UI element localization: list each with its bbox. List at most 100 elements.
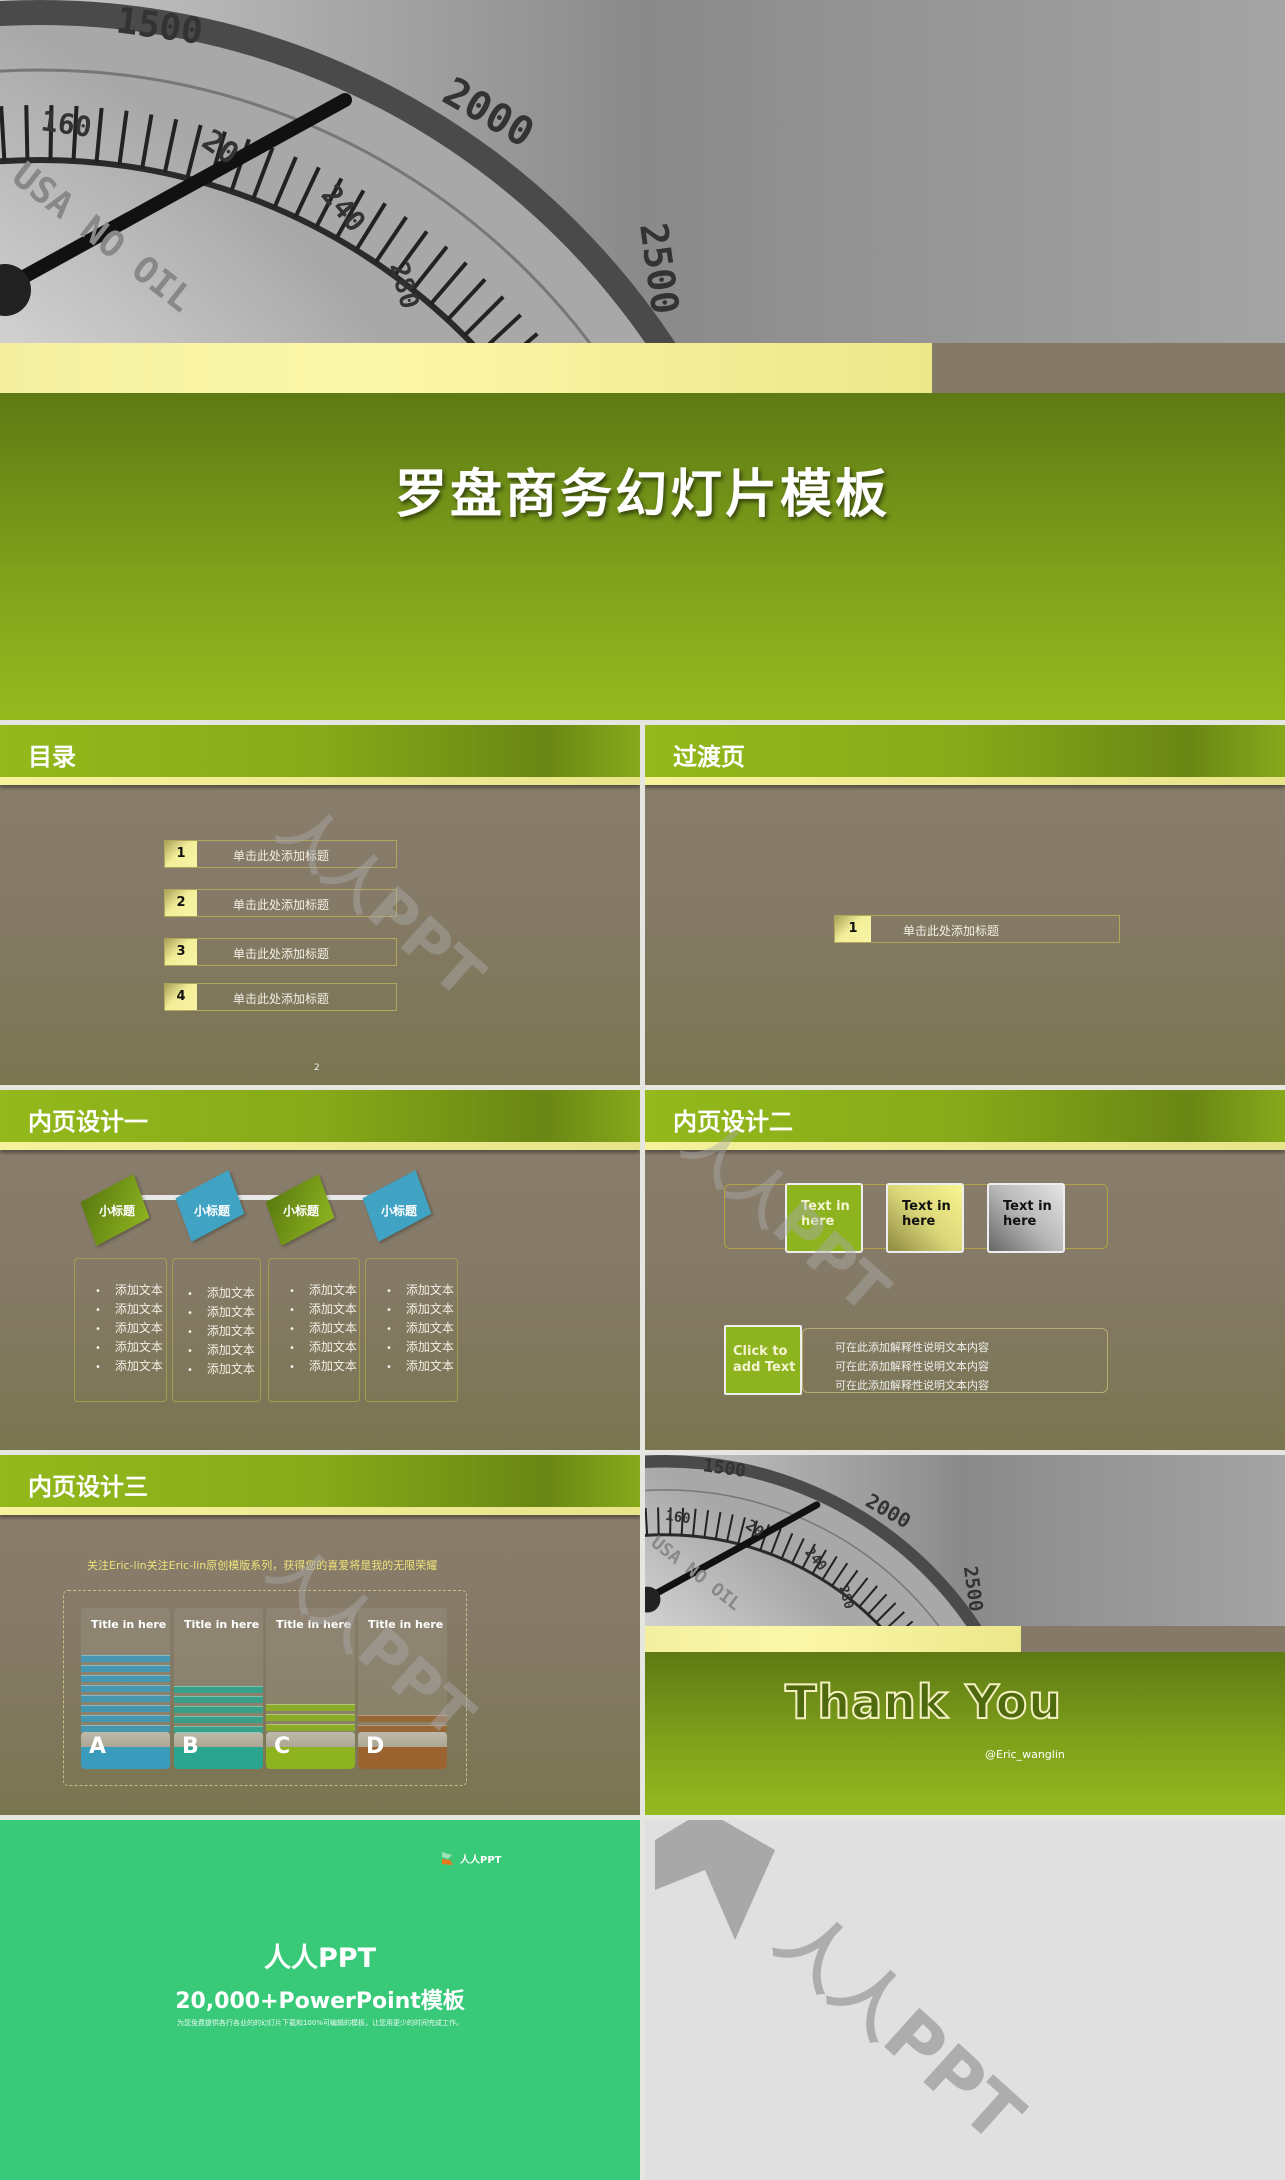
toc-label: 单击此处添加标题 bbox=[233, 992, 330, 1006]
text-box[interactable]: 添加文本添加文本添加文本添加文本添加文本 bbox=[172, 1258, 261, 1402]
column-stripe bbox=[266, 1704, 355, 1711]
bullet: 添加文本 bbox=[187, 1322, 260, 1341]
column-card[interactable]: Title in here C bbox=[266, 1608, 355, 1769]
cover-title-area bbox=[0, 393, 1285, 720]
description-line: 可在此添加解释性说明文本内容 bbox=[835, 1360, 989, 1373]
column-title: Title in here bbox=[184, 1618, 260, 1631]
text-box[interactable]: 添加文本添加文本添加文本添加文本添加文本 bbox=[74, 1258, 167, 1402]
toc-item[interactable]: 1 单击此处添加标题 bbox=[834, 915, 1120, 943]
slide-thank-you[interactable]: 1500 2000 2500 160 20 240 280 USA NO OIL… bbox=[645, 1455, 1285, 1815]
bullet: 添加文本 bbox=[187, 1284, 260, 1303]
slide-title: 内页设计一 bbox=[28, 1108, 148, 1136]
slide-design-one[interactable]: 内页设计一 小标题 小标题 小标题 小标题 添加文本添加文本添加文本添加文本添加… bbox=[0, 1090, 640, 1450]
ad-subtitle: 20,000+PowerPoint模板 bbox=[175, 1989, 465, 2014]
bullet: 添加文本 bbox=[386, 1300, 457, 1319]
header-stripe bbox=[645, 777, 1285, 785]
column-stripe bbox=[81, 1705, 170, 1712]
bullet: 添加文本 bbox=[95, 1281, 166, 1300]
column-stripe bbox=[81, 1725, 170, 1732]
logo-text: 人人PPT bbox=[460, 1854, 502, 1866]
column-stripe bbox=[81, 1685, 170, 1692]
gauge-tick bbox=[657, 1507, 660, 1535]
tag-label: 小标题 bbox=[380, 1204, 417, 1218]
slide-title: 目录 bbox=[28, 743, 76, 771]
click-to-add-text-button[interactable]: Click to add Text bbox=[724, 1325, 802, 1395]
watermark: 人人PPT bbox=[760, 1896, 1040, 2159]
gauge-label-160: 160 bbox=[39, 104, 94, 144]
header-stripe bbox=[0, 1142, 640, 1150]
column-card[interactable]: Title in here D bbox=[358, 1608, 447, 1769]
slide-ad[interactable]: 人人PPT 人人PPT 20,000+PowerPoint模板 为您免费提供各行… bbox=[0, 1820, 640, 2180]
gauge-tick bbox=[24, 105, 30, 161]
slide-title: 内页设计二 bbox=[673, 1108, 793, 1136]
description-line: 可在此添加解释性说明文本内容 bbox=[835, 1379, 989, 1392]
slide-title: 内页设计三 bbox=[28, 1473, 148, 1501]
tag-label: 小标题 bbox=[98, 1204, 135, 1218]
gauge-image: 1500 2000 2500 160 20 240 280 USA NO OIL bbox=[645, 1455, 1285, 1815]
ad-title: 人人PPT bbox=[264, 1943, 376, 1974]
slide-title: 过渡页 bbox=[673, 743, 745, 771]
toc-number: 1 bbox=[835, 916, 871, 942]
gauge-photo: 1500 2000 2500 160 20 240 280 USA NO OIL bbox=[0, 0, 1285, 1520]
toc-item[interactable]: 1 单击此处添加标题 bbox=[164, 840, 397, 868]
logo-icon bbox=[442, 1852, 453, 1865]
yellow-bar bbox=[645, 1626, 1021, 1652]
toc-number: 2 bbox=[165, 890, 197, 916]
bullet: 添加文本 bbox=[386, 1319, 457, 1338]
column-stripe bbox=[81, 1655, 170, 1662]
bullet: 添加文本 bbox=[386, 1338, 457, 1357]
header-stripe bbox=[0, 1507, 640, 1515]
slide-transition[interactable]: 过渡页 1 单击此处添加标题 bbox=[645, 725, 1285, 1085]
bullet: 添加文本 bbox=[187, 1303, 260, 1322]
column-card[interactable]: Title in here B bbox=[174, 1608, 263, 1769]
bullet: 添加文本 bbox=[289, 1300, 359, 1319]
text-box-yellow[interactable]: Text in here bbox=[886, 1183, 964, 1253]
bullet: 添加文本 bbox=[386, 1357, 457, 1376]
header-stripe bbox=[0, 777, 640, 785]
column-title: Title in here bbox=[91, 1618, 167, 1631]
column-stripe bbox=[266, 1714, 355, 1721]
slide-design-three[interactable]: 内页设计三 关注Eric-lin关注Eric-lin原创模版系列，获得您的喜爱将… bbox=[0, 1455, 640, 1815]
column-stripe bbox=[81, 1695, 170, 1702]
tag-label: 小标题 bbox=[193, 1204, 230, 1218]
column-stripe bbox=[358, 1715, 447, 1722]
column-stripe bbox=[81, 1715, 170, 1722]
text-box[interactable]: 添加文本添加文本添加文本添加文本添加文本 bbox=[365, 1258, 458, 1402]
toc-number: 1 bbox=[165, 841, 197, 867]
column-stripe bbox=[174, 1686, 263, 1693]
slide-toc[interactable]: 目录 1 单击此处添加标题 2 单击此处添加标题 3 单击此处添加标题 4 单击此处添加… bbox=[0, 725, 640, 1085]
text-box[interactable]: 添加文本添加文本添加文本添加文本添加文本 bbox=[268, 1258, 360, 1402]
column-card[interactable]: Title in here A bbox=[81, 1608, 170, 1769]
cover-band bbox=[0, 343, 1285, 393]
column-letter: B bbox=[174, 1732, 263, 1769]
bullet: 添加文本 bbox=[95, 1357, 166, 1376]
bullet: 添加文本 bbox=[95, 1338, 166, 1357]
bullet: 添加文本 bbox=[386, 1281, 457, 1300]
text-box-green[interactable]: Text in here bbox=[785, 1183, 863, 1253]
toc-label: 单击此处添加标题 bbox=[233, 849, 330, 863]
toc-item[interactable]: 2 单击此处添加标题 bbox=[164, 889, 397, 917]
cover-yellow-bar bbox=[0, 343, 932, 393]
slide-design-two[interactable]: 内页设计二 Text in here Text in here Text in … bbox=[645, 1090, 1285, 1450]
watermark-logo-icon bbox=[655, 1820, 775, 1940]
gauge-photo: 1500 2000 2500 160 20 240 280 USA NO OIL bbox=[645, 1455, 1285, 1815]
column-letter: C bbox=[266, 1732, 355, 1769]
bullet: 添加文本 bbox=[187, 1360, 260, 1379]
ad-description: 为您免费提供各行各业的的幻灯片下载和100%可编辑的模板，让您用更少的时间完成工… bbox=[176, 2019, 463, 2027]
cover-title: 罗盘商务幻灯片模板 bbox=[394, 465, 890, 525]
gauge-image: 1500 2000 2500 160 20 240 280 USA NO OIL bbox=[0, 0, 1285, 1520]
text-box-gray[interactable]: Text in here bbox=[987, 1183, 1065, 1253]
bullet: 添加文本 bbox=[95, 1319, 166, 1338]
bullet: 添加文本 bbox=[289, 1281, 359, 1300]
column-letter: D bbox=[358, 1732, 447, 1769]
toc-number: 4 bbox=[165, 984, 197, 1010]
toc-item[interactable]: 3 单击此处添加标题 bbox=[164, 938, 397, 966]
column-stripe bbox=[174, 1706, 263, 1713]
column-title: Title in here bbox=[276, 1618, 352, 1631]
column-stripe bbox=[81, 1665, 170, 1672]
column-letter: A bbox=[81, 1732, 170, 1769]
page-number: 2 bbox=[314, 1063, 320, 1073]
toc-item[interactable]: 4 单击此处添加标题 bbox=[164, 983, 397, 1011]
author-handle: @Eric_wanglin bbox=[985, 1748, 1065, 1761]
column-stripe bbox=[358, 1725, 447, 1732]
